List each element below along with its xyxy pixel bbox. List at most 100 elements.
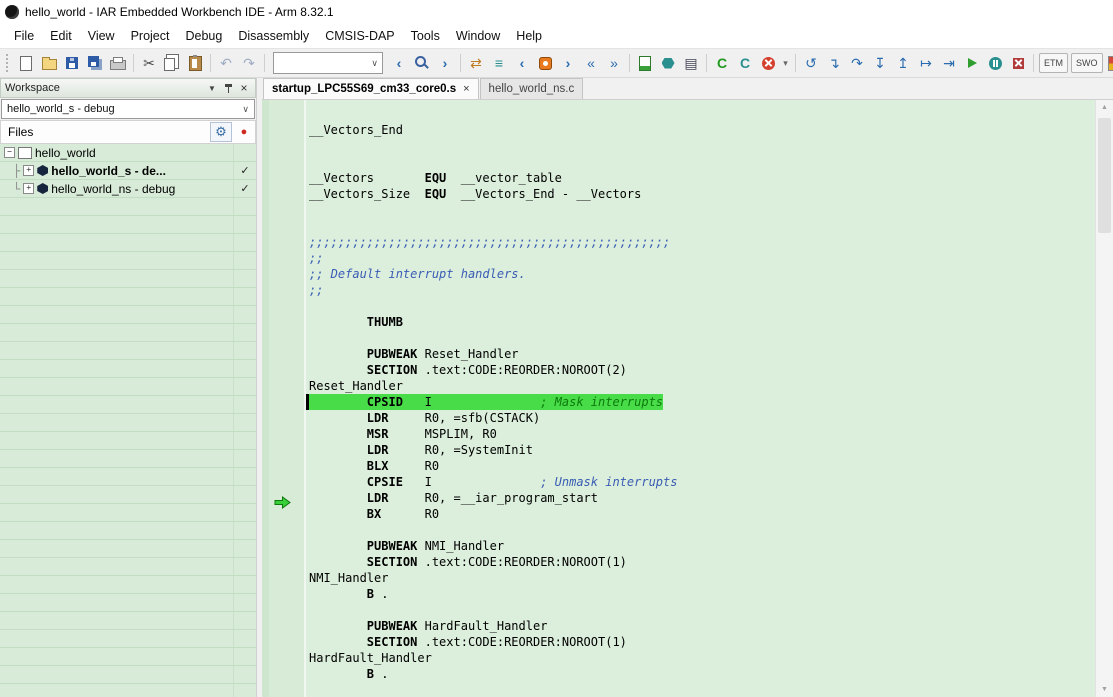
- scroll-down-icon[interactable]: ▼: [1096, 682, 1113, 697]
- expander-icon[interactable]: +: [23, 165, 34, 176]
- compile-button[interactable]: C: [711, 52, 733, 74]
- step-over-button[interactable]: ↷: [846, 52, 868, 74]
- menu-view[interactable]: View: [80, 26, 123, 46]
- new-document-button[interactable]: [15, 52, 37, 74]
- menu-help[interactable]: Help: [508, 26, 550, 46]
- step-into-button[interactable]: ↧: [869, 52, 891, 74]
- menu-project[interactable]: Project: [123, 26, 178, 46]
- previous-bookmark-button[interactable]: ‹: [511, 52, 533, 74]
- close-tab-icon[interactable]: ×: [463, 83, 469, 95]
- toolbar-separator: [1033, 54, 1034, 72]
- scroll-up-icon[interactable]: ▲: [1096, 100, 1113, 115]
- project-hello-world-s[interactable]: ├+hello_world_s - de...✓: [0, 162, 256, 180]
- break-button[interactable]: ↴: [823, 52, 845, 74]
- tab-startup-lpc55s69-cm33-core0-s[interactable]: startup_LPC55S69_cm33_core0.s×: [263, 78, 479, 99]
- files-header: Files ⚙ ●: [0, 120, 256, 144]
- step-out-button[interactable]: ↥: [892, 52, 914, 74]
- navigate-forward-button[interactable]: »: [603, 52, 625, 74]
- save-button[interactable]: [61, 52, 83, 74]
- gear-icon[interactable]: ⚙: [210, 122, 232, 142]
- app-icon: [5, 5, 19, 19]
- scrollbar-thumb[interactable]: [1098, 118, 1111, 233]
- run-to-cursor-button[interactable]: ⇥: [938, 52, 960, 74]
- configuration-dropdown[interactable]: hello_world_s - debug ∨: [1, 99, 255, 119]
- toolbar-separator: [795, 54, 796, 72]
- reset-button[interactable]: ↺: [800, 52, 822, 74]
- build-button[interactable]: [657, 52, 679, 74]
- find-input[interactable]: [276, 56, 369, 70]
- break-execution-button[interactable]: [984, 52, 1006, 74]
- editor[interactable]: __Vectors_End __Vectors EQU __vector_tab…: [262, 100, 1113, 697]
- swo-button[interactable]: SWO: [1071, 53, 1103, 73]
- stop-debugging-button[interactable]: [1007, 52, 1029, 74]
- workspace-empty-row: [0, 252, 256, 270]
- replace-button[interactable]: ⇄: [465, 52, 487, 74]
- pin-shape: [224, 84, 233, 93]
- project-hello-world[interactable]: −hello_world: [0, 144, 256, 162]
- hex-icon: [37, 165, 48, 176]
- menu-edit[interactable]: Edit: [42, 26, 80, 46]
- combo-dropdown-icon[interactable]: ∨: [369, 58, 380, 69]
- menu-tools[interactable]: Tools: [403, 26, 448, 46]
- navigate-backward-button[interactable]: «: [580, 52, 602, 74]
- rebuild-all-button[interactable]: C: [734, 52, 756, 74]
- magnifier-icon: [415, 56, 426, 67]
- menu-cmsis-dap[interactable]: CMSIS-DAP: [317, 26, 402, 46]
- code-area[interactable]: __Vectors_End __Vectors EQU __vector_tab…: [306, 100, 1095, 697]
- workspace-menu-icon[interactable]: ▼: [205, 81, 219, 95]
- close-icon[interactable]: ×: [237, 81, 251, 95]
- trace-grid-button[interactable]: [1105, 52, 1113, 74]
- red-dot-icon[interactable]: ●: [235, 122, 253, 142]
- find-next-button[interactable]: ›: [434, 52, 456, 74]
- code-line: [309, 298, 1095, 314]
- expander-icon[interactable]: +: [23, 183, 34, 194]
- code-line: ;;: [309, 282, 1095, 298]
- toggle-breakpoint-button[interactable]: [534, 52, 556, 74]
- workspace-empty-row: [0, 612, 256, 630]
- code-line: PUBWEAK NMI_Handler: [309, 538, 1095, 554]
- find-combobox[interactable]: ∨: [273, 52, 383, 74]
- next-bookmark-button[interactable]: ›: [557, 52, 579, 74]
- menu-file[interactable]: File: [6, 26, 42, 46]
- undo-button[interactable]: ↶: [215, 52, 237, 74]
- code-line: PUBWEAK Reset_Handler: [309, 346, 1095, 362]
- go-to-button[interactable]: ≡: [488, 52, 510, 74]
- copy-button[interactable]: [161, 52, 183, 74]
- pin-icon[interactable]: [221, 81, 235, 95]
- redo-button[interactable]: ↷: [238, 52, 260, 74]
- code-line: [309, 522, 1095, 538]
- batch-build-button[interactable]: ▤: [680, 52, 702, 74]
- cut-button[interactable]: ✂: [138, 52, 160, 74]
- window-title: hello_world - IAR Embedded Workbench IDE…: [25, 5, 334, 19]
- code-line: THUMB: [309, 314, 1095, 330]
- main-toolbar: ✂↶↷∨‹›⇄≡‹›«»▤CC▾↺↴↷↧↥↦⇥ETMSWO▾: [0, 48, 1113, 78]
- expander-icon[interactable]: −: [4, 147, 15, 158]
- toolbar-overflow-button[interactable]: ▾: [780, 52, 791, 74]
- open-document-button[interactable]: [38, 52, 60, 74]
- files-header-label: Files: [8, 125, 33, 139]
- workspace-empty-row: [0, 396, 256, 414]
- code-line: Reset_Handler: [309, 378, 1095, 394]
- save-all-button[interactable]: [84, 52, 106, 74]
- find-button[interactable]: [411, 52, 433, 74]
- go-button[interactable]: [961, 52, 983, 74]
- toolbar-separator: [264, 54, 265, 72]
- code-line: MSR MSPLIM, R0: [309, 426, 1095, 442]
- next-statement-button[interactable]: ↦: [915, 52, 937, 74]
- etm-button[interactable]: ETM: [1039, 53, 1068, 73]
- workspace-empty-row: [0, 360, 256, 378]
- project-hello-world-ns[interactable]: └+hello_world_ns - debug✓: [0, 180, 256, 198]
- menu-debug[interactable]: Debug: [177, 26, 230, 46]
- menu-window[interactable]: Window: [448, 26, 508, 46]
- menu-disassembly[interactable]: Disassembly: [230, 26, 317, 46]
- find-previous-button[interactable]: ‹: [388, 52, 410, 74]
- make-button[interactable]: [634, 52, 656, 74]
- toolbar-separator: [460, 54, 461, 72]
- breakpoint-icon: [539, 57, 552, 70]
- editor-scrollbar[interactable]: ▲ ▼: [1095, 100, 1113, 697]
- workspace-file-tree: −hello_world├+hello_world_s - de...✓└+he…: [0, 144, 256, 697]
- tab-hello-world-ns-c[interactable]: hello_world_ns.c: [480, 78, 584, 99]
- paste-button[interactable]: [184, 52, 206, 74]
- stop-build-button[interactable]: [757, 52, 779, 74]
- print-button[interactable]: [107, 52, 129, 74]
